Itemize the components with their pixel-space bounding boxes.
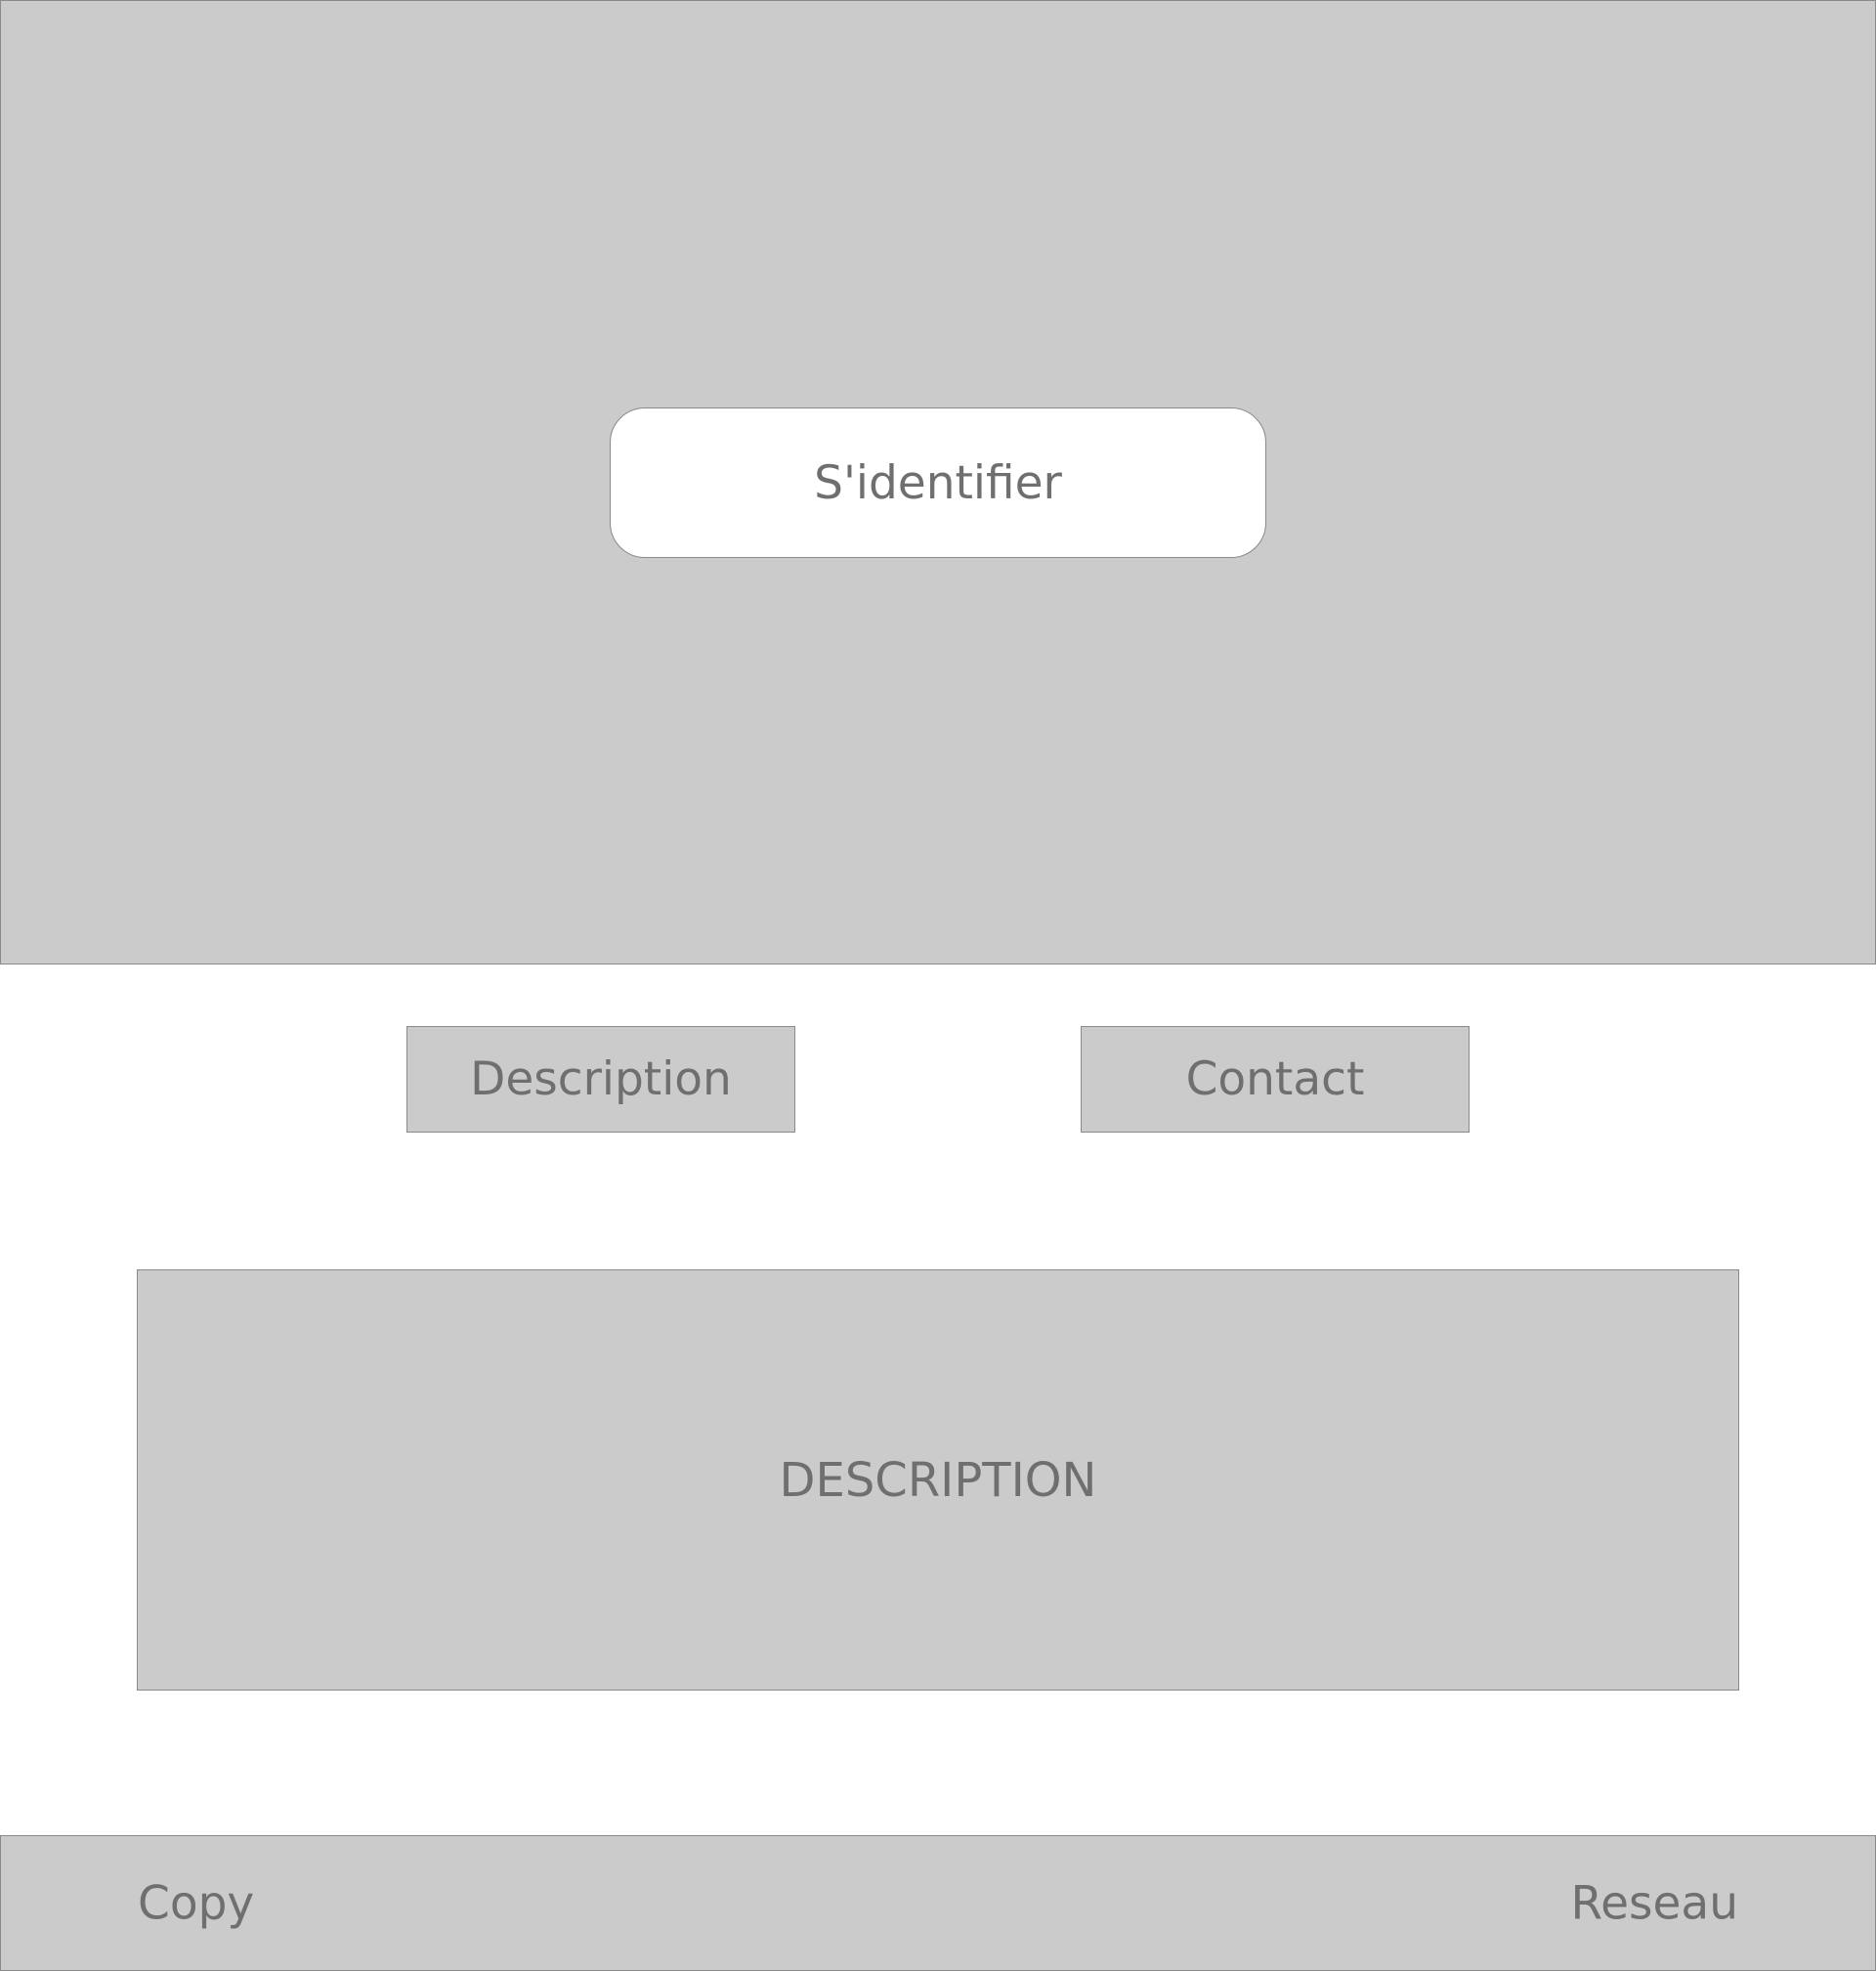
footer: Copy Reseau <box>0 1835 1876 1971</box>
description-button[interactable]: Description <box>406 1026 795 1133</box>
footer-copy-text: Copy <box>138 1876 255 1930</box>
hero-banner: S'identifier <box>0 0 1876 964</box>
footer-reseau-link[interactable]: Reseau <box>1571 1876 1738 1930</box>
login-button[interactable]: S'identifier <box>610 407 1266 558</box>
description-panel: DESCRIPTION <box>137 1269 1739 1691</box>
description-panel-text: DESCRIPTION <box>779 1452 1097 1508</box>
contact-button[interactable]: Contact <box>1081 1026 1470 1133</box>
